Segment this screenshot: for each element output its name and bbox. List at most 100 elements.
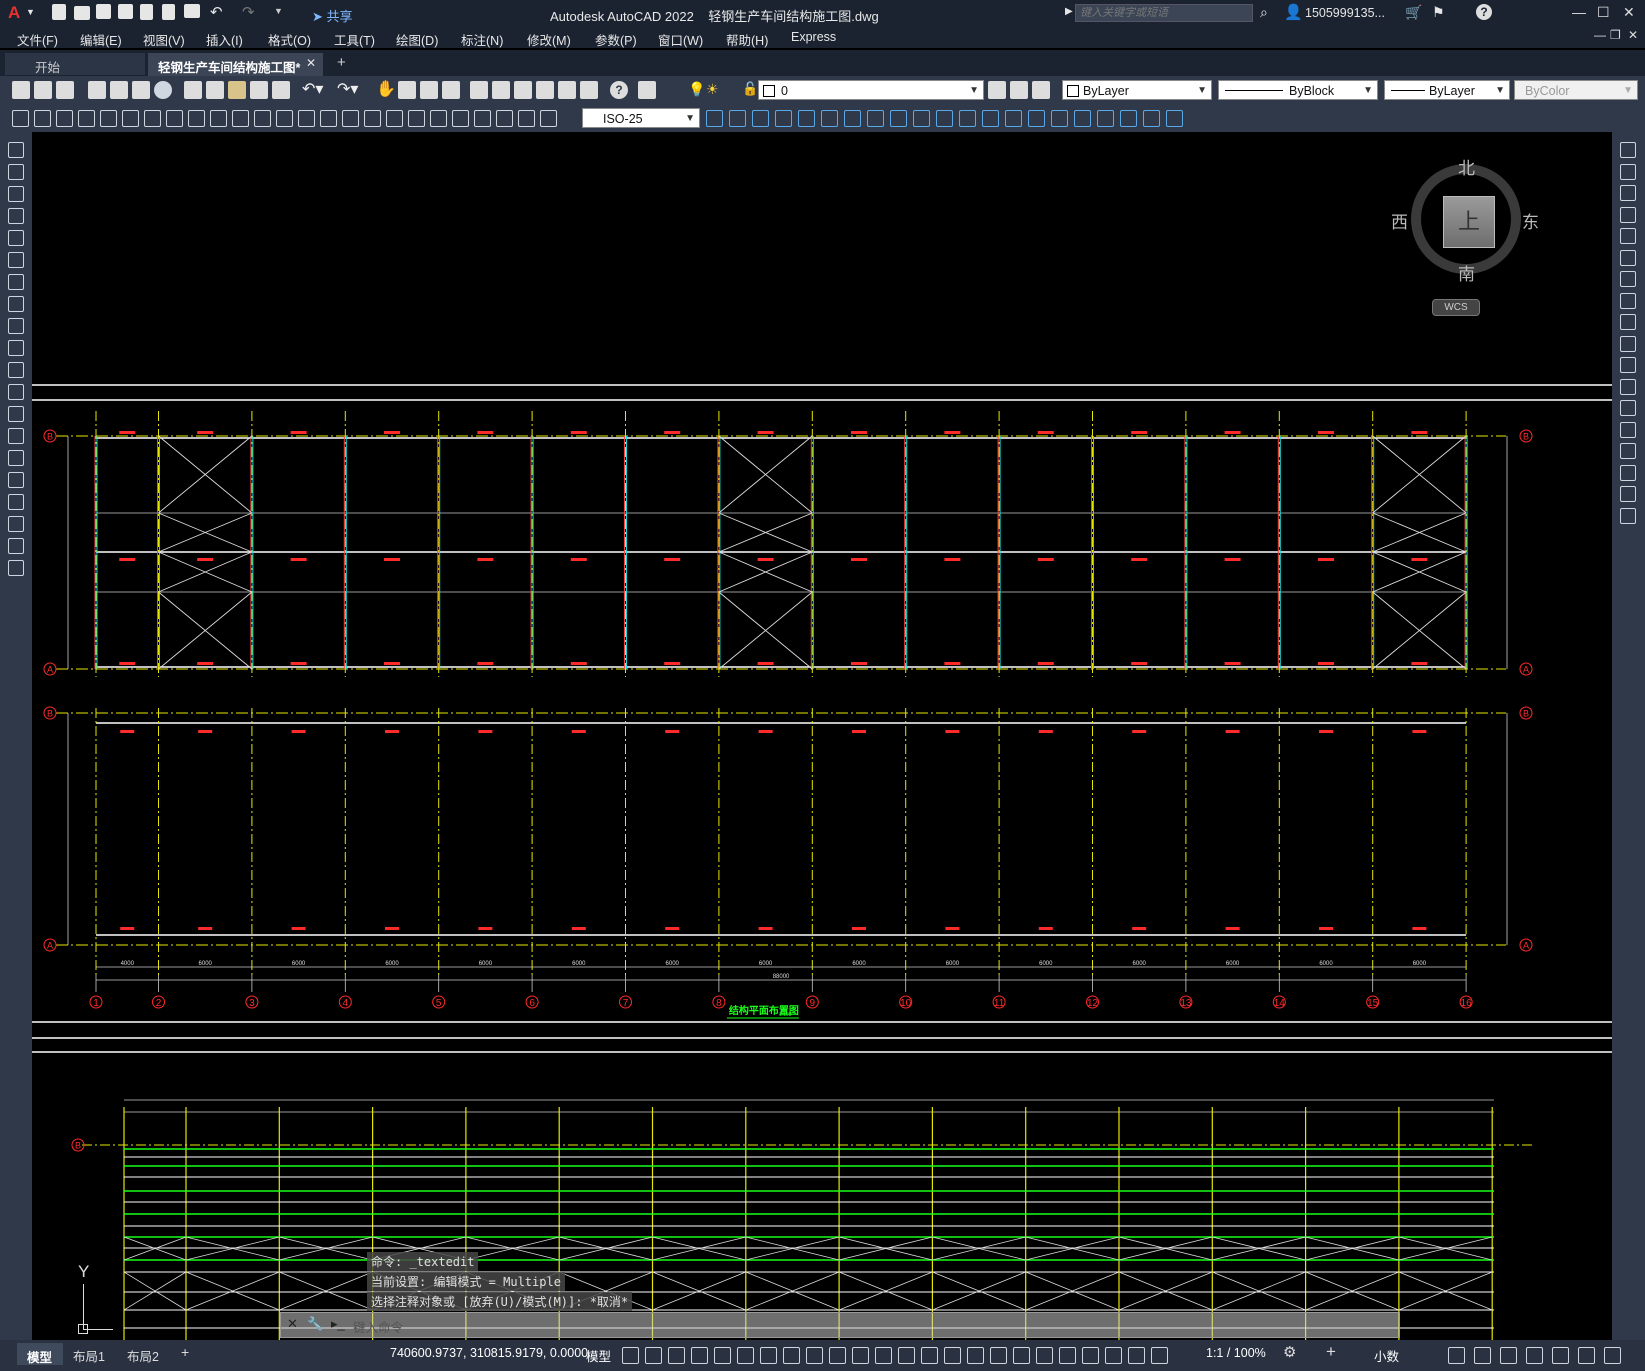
blend-curves-icon[interactable] — [1620, 486, 1636, 502]
make-block-icon[interactable] — [8, 406, 24, 422]
menu-parametric[interactable]: 参数(P) — [595, 30, 637, 49]
annotation-visibility-icon[interactable] — [990, 1347, 1007, 1364]
compass-east[interactable]: 东 — [1522, 208, 1539, 233]
shell-icon[interactable] — [982, 110, 999, 127]
imprint-icon[interactable] — [936, 110, 953, 127]
menu-dimension[interactable]: 标注(N) — [461, 30, 503, 49]
jogged-linear-icon[interactable] — [364, 110, 381, 127]
extend-icon[interactable] — [1620, 357, 1636, 373]
undo-icon[interactable]: ↶ — [210, 3, 223, 21]
save-icon[interactable] — [96, 4, 111, 19]
app-menu-arrow-icon[interactable]: ▼ — [26, 7, 35, 17]
add-selected-icon[interactable] — [8, 560, 24, 576]
union-icon[interactable] — [706, 110, 723, 127]
insert-block-icon[interactable] — [8, 384, 24, 400]
new-icon[interactable] — [52, 4, 66, 20]
qat-more-icon[interactable]: ▼ — [274, 6, 283, 16]
quick-dim-icon[interactable] — [188, 110, 205, 127]
hatch-icon[interactable] — [8, 450, 24, 466]
break-at-point-icon[interactable] — [1620, 378, 1636, 395]
units-icon[interactable] — [1105, 1347, 1122, 1364]
selection-cycling-icon[interactable] — [875, 1347, 892, 1364]
offset-icon[interactable] — [1620, 206, 1636, 223]
selection-filter-icon[interactable] — [944, 1347, 961, 1364]
plus-icon[interactable]: + — [1326, 1342, 1336, 1362]
layout-tab-1[interactable]: 布局1 — [73, 1346, 105, 1365]
redo-tb-icon[interactable]: ↷▾ — [337, 79, 358, 99]
user-icon[interactable]: 👤 — [1284, 3, 1303, 21]
mirror-icon[interactable] — [1620, 185, 1636, 201]
ellipse-icon[interactable] — [8, 340, 24, 356]
model-space-button[interactable]: 模型 — [586, 1346, 611, 1365]
chamfer-icon[interactable] — [1620, 443, 1636, 459]
dim-edit-icon[interactable] — [386, 110, 403, 127]
table-icon[interactable] — [8, 516, 24, 532]
help-tb-icon[interactable]: ? — [610, 81, 628, 99]
arc-dim-icon[interactable] — [56, 110, 73, 127]
line-icon[interactable] — [8, 142, 24, 158]
explode-icon[interactable] — [1620, 507, 1636, 524]
polar-icon[interactable] — [737, 1347, 754, 1364]
command-close-icon[interactable]: ✕ — [287, 1316, 298, 1332]
gizmo-icon[interactable] — [967, 1347, 984, 1364]
polyline-icon[interactable] — [8, 186, 24, 202]
layer-properties-icon[interactable] — [638, 81, 656, 99]
polygon-icon[interactable] — [8, 208, 24, 224]
diameter-dim-icon[interactable] — [144, 110, 161, 127]
lineweight-dropdown[interactable]: ByLayer ▼ — [1384, 80, 1510, 100]
open-file-icon[interactable] — [34, 81, 52, 99]
viewcube-face-top[interactable]: 上 — [1443, 196, 1495, 248]
customize-icon[interactable] — [1526, 1347, 1543, 1364]
break-icon[interactable] — [1620, 400, 1636, 416]
multiline-text-icon[interactable] — [8, 538, 24, 554]
tolerance-icon[interactable] — [298, 110, 315, 127]
transparency-icon[interactable] — [852, 1347, 869, 1364]
dynamic-ucs-icon[interactable] — [921, 1347, 938, 1364]
menu-edit[interactable]: 编辑(E) — [80, 30, 122, 49]
menu-tools[interactable]: 工具(T) — [334, 30, 375, 49]
circle-icon[interactable] — [8, 274, 24, 290]
command-input[interactable]: 键入命令 — [353, 1317, 403, 1336]
menu-window[interactable]: 窗口(W) — [658, 30, 703, 49]
tool-palettes-icon[interactable] — [514, 81, 532, 99]
paste-special-icon[interactable] — [250, 81, 268, 99]
sheet-set-icon[interactable] — [536, 81, 554, 99]
workspace-icon[interactable] — [1059, 1347, 1076, 1364]
snap-icon[interactable] — [645, 1347, 662, 1364]
design-center-icon[interactable] — [492, 81, 510, 99]
move-icon[interactable] — [1620, 249, 1636, 266]
calculator-icon[interactable] — [580, 81, 598, 99]
annotation-scale[interactable]: 1:1 / 100% — [1206, 1346, 1266, 1360]
menu-draw[interactable]: 绘图(D) — [396, 30, 438, 49]
sweep-icon[interactable] — [821, 110, 838, 127]
menu-help[interactable]: 帮助(H) — [726, 30, 768, 49]
thicken-icon[interactable] — [913, 110, 930, 127]
gradient-icon[interactable] — [8, 472, 24, 488]
gear-icon[interactable]: ⚙ — [1283, 1343, 1296, 1361]
dim-space-icon[interactable] — [254, 110, 271, 127]
command-customize-icon[interactable]: 🔧 — [307, 1316, 323, 1332]
3d-osnap-icon[interactable] — [898, 1347, 915, 1364]
saveas-icon[interactable] — [118, 4, 133, 19]
dim-style-icon[interactable] — [540, 110, 557, 127]
isolate-icon[interactable] — [1448, 1347, 1465, 1364]
zoom-realtime-icon[interactable] — [398, 81, 416, 99]
menu-format[interactable]: 格式(O) — [268, 30, 311, 49]
paste-icon[interactable] — [228, 81, 246, 99]
object-snap-track-icon[interactable] — [783, 1347, 800, 1364]
check-icon[interactable] — [1005, 110, 1022, 127]
hardware-accel-icon[interactable] — [1474, 1347, 1491, 1364]
plot-icon[interactable] — [184, 4, 200, 18]
doc-minimize-icon[interactable]: — — [1594, 28, 1606, 42]
copy-icon[interactable] — [206, 81, 224, 99]
separate-icon[interactable] — [959, 110, 976, 127]
linetype-dropdown[interactable]: ByBlock ▼ — [1218, 80, 1378, 100]
point-icon[interactable] — [8, 428, 24, 444]
properties-icon[interactable] — [470, 81, 488, 99]
angular-dim-icon[interactable] — [166, 110, 183, 127]
globe-icon[interactable] — [154, 81, 172, 99]
layer-lock-icon[interactable]: 🔓 — [742, 81, 758, 97]
help-icon[interactable]: ? — [1476, 4, 1492, 20]
cut-icon[interactable] — [184, 81, 202, 99]
undo-tb-icon[interactable]: ↶▾ — [302, 79, 323, 99]
